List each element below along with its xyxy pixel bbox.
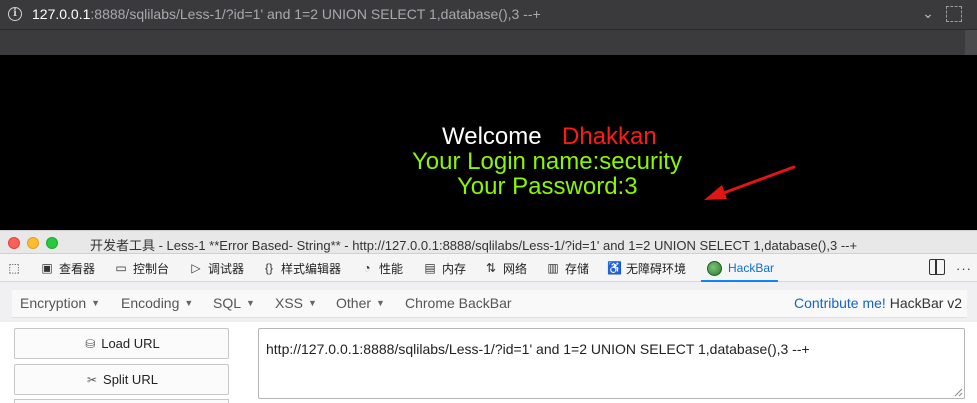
- load-icon: ⛁: [85, 336, 96, 351]
- caret-down-icon: ▼: [91, 298, 101, 308]
- console-icon: ▭: [115, 261, 127, 275]
- tab-label: 样式编辑器: [281, 261, 342, 276]
- hackbar-menu: Encryption ▼ Encoding ▼ SQL ▼ XSS ▼ Other ▼ C…: [0, 282, 977, 322]
- resize-grip-icon[interactable]: [953, 387, 963, 397]
- contribute-text[interactable]: Contribute me!: [794, 295, 886, 311]
- hackbar-icon: [707, 260, 722, 276]
- pick-icon: ⬚: [8, 261, 20, 275]
- network-icon: ⇅: [485, 261, 497, 275]
- menu-label: Other: [336, 295, 372, 311]
- toolbar-strip: [0, 30, 977, 55]
- tab-label: 控制台: [133, 261, 170, 276]
- tab-label: 内存: [442, 261, 467, 276]
- menu-label: XSS: [275, 295, 304, 311]
- split-url-button[interactable]: ✂ Split URL: [14, 364, 229, 395]
- login-name-text: Your Login name:security: [412, 148, 682, 175]
- page-content: Welcome Dhakkan Your Login name:security…: [0, 55, 977, 230]
- menu-sql[interactable]: SQL ▼: [213, 295, 255, 311]
- caret-down-icon: ▼: [376, 298, 385, 308]
- menu-chrome-backbar[interactable]: Chrome BackBar: [405, 295, 512, 311]
- tab-network[interactable]: ⇅ 网络: [484, 254, 527, 282]
- load-url-button[interactable]: ⛁ Load URL: [14, 328, 229, 359]
- info-icon[interactable]: i: [8, 7, 22, 21]
- version-text: HackBar v2: [889, 295, 963, 311]
- tab-debugger[interactable]: ▷ 调试器: [189, 254, 244, 282]
- devtools-tabbar: ⬚ ▣ 查看器 ▭ 控制台 ▷ 调试器 {} 样式编辑器 ◔ 性能 ▤ 内存 ⇅ 网络 ▥ 存储…: [0, 254, 977, 282]
- storage-icon: ▥: [547, 261, 559, 275]
- menu-xss[interactable]: XSS ▼: [275, 295, 317, 311]
- caret-down-icon: ▼: [184, 298, 194, 308]
- tab-label: HackBar: [728, 261, 775, 275]
- url-textarea[interactable]: http://127.0.0.1:8888/sqlilabs/Less-1/?i…: [258, 328, 965, 399]
- red-arrow-annotation: [704, 165, 796, 200]
- style-editor-icon: {}: [264, 261, 273, 275]
- tab-memory[interactable]: ▤ 内存: [423, 254, 466, 282]
- menu-label: SQL: [213, 295, 242, 311]
- url-host: 127.0.0.1: [32, 6, 91, 22]
- tab-label: 无障碍环境: [626, 261, 687, 276]
- close-window-button[interactable]: [8, 237, 20, 249]
- minimize-window-button[interactable]: [27, 237, 39, 249]
- tab-storage[interactable]: ▥ 存储: [546, 254, 589, 282]
- inspector-icon: ▣: [41, 261, 53, 275]
- caret-down-icon: ▼: [246, 298, 255, 308]
- username-text: Dhakkan: [562, 123, 657, 150]
- scrollbar[interactable]: [965, 30, 977, 55]
- tab-console[interactable]: ▭ 控制台: [114, 254, 169, 282]
- tab-label: 查看器: [59, 261, 96, 276]
- tab-hackbar[interactable]: HackBar: [700, 254, 779, 282]
- performance-icon: ◔: [363, 261, 371, 275]
- url-text[interactable]: 127.0.0.1:8888/sqlilabs/Less-1/?id=1' an…: [32, 6, 541, 22]
- qr-code-icon[interactable]: [946, 6, 962, 22]
- tab-inspector[interactable]: ▣ 查看器: [40, 254, 95, 282]
- tab-label: 调试器: [208, 261, 245, 276]
- devtools-title: 开发者工具 - Less-1 **Error Based- String** -…: [90, 238, 858, 253]
- button-label: Load URL: [101, 336, 160, 351]
- tab-label: 网络: [503, 261, 528, 276]
- button-label: Split URL: [103, 372, 158, 387]
- scissors-icon: ✂: [87, 372, 98, 387]
- url-path: :8888/sqlilabs/Less-1/?id=1' and 1=2 UNI…: [90, 6, 541, 22]
- zoom-window-button[interactable]: [46, 237, 58, 249]
- menu-label: Encryption: [20, 295, 87, 311]
- chevron-down-icon[interactable]: ⌄: [919, 5, 937, 23]
- password-text: Your Password:3: [457, 173, 638, 200]
- tab-accessibility[interactable]: ♿ 无障碍环境: [607, 254, 686, 282]
- memory-icon: ▤: [424, 261, 436, 275]
- menu-label: Encoding: [121, 295, 180, 311]
- tab-style-editor[interactable]: {} 样式编辑器: [262, 254, 341, 282]
- element-picker-button[interactable]: ⬚: [7, 254, 26, 282]
- menu-label: Chrome BackBar: [405, 295, 512, 311]
- address-bar[interactable]: i 127.0.0.1:8888/sqlilabs/Less-1/?id=1' …: [0, 0, 977, 30]
- debugger-icon: ▷: [191, 261, 201, 275]
- menu-other[interactable]: Other ▼: [336, 295, 385, 311]
- dock-side-icon[interactable]: [929, 259, 945, 275]
- accessibility-icon: ♿: [607, 261, 622, 275]
- execute-button[interactable]: [14, 399, 229, 403]
- more-options-icon[interactable]: ···: [956, 261, 972, 276]
- devtools-titlebar: 开发者工具 - Less-1 **Error Based- String** -…: [0, 230, 977, 254]
- tab-label: 存储: [565, 261, 590, 276]
- caret-down-icon: ▼: [308, 298, 317, 308]
- tab-label: 性能: [379, 261, 404, 276]
- menu-encoding[interactable]: Encoding ▼: [121, 295, 193, 311]
- welcome-text: Welcome: [442, 123, 542, 150]
- menu-encryption[interactable]: Encryption ▼: [20, 295, 100, 311]
- contribute-link[interactable]: Contribute me! HackBar v2: [794, 295, 962, 311]
- tab-performance[interactable]: ◔ 性能: [360, 254, 403, 282]
